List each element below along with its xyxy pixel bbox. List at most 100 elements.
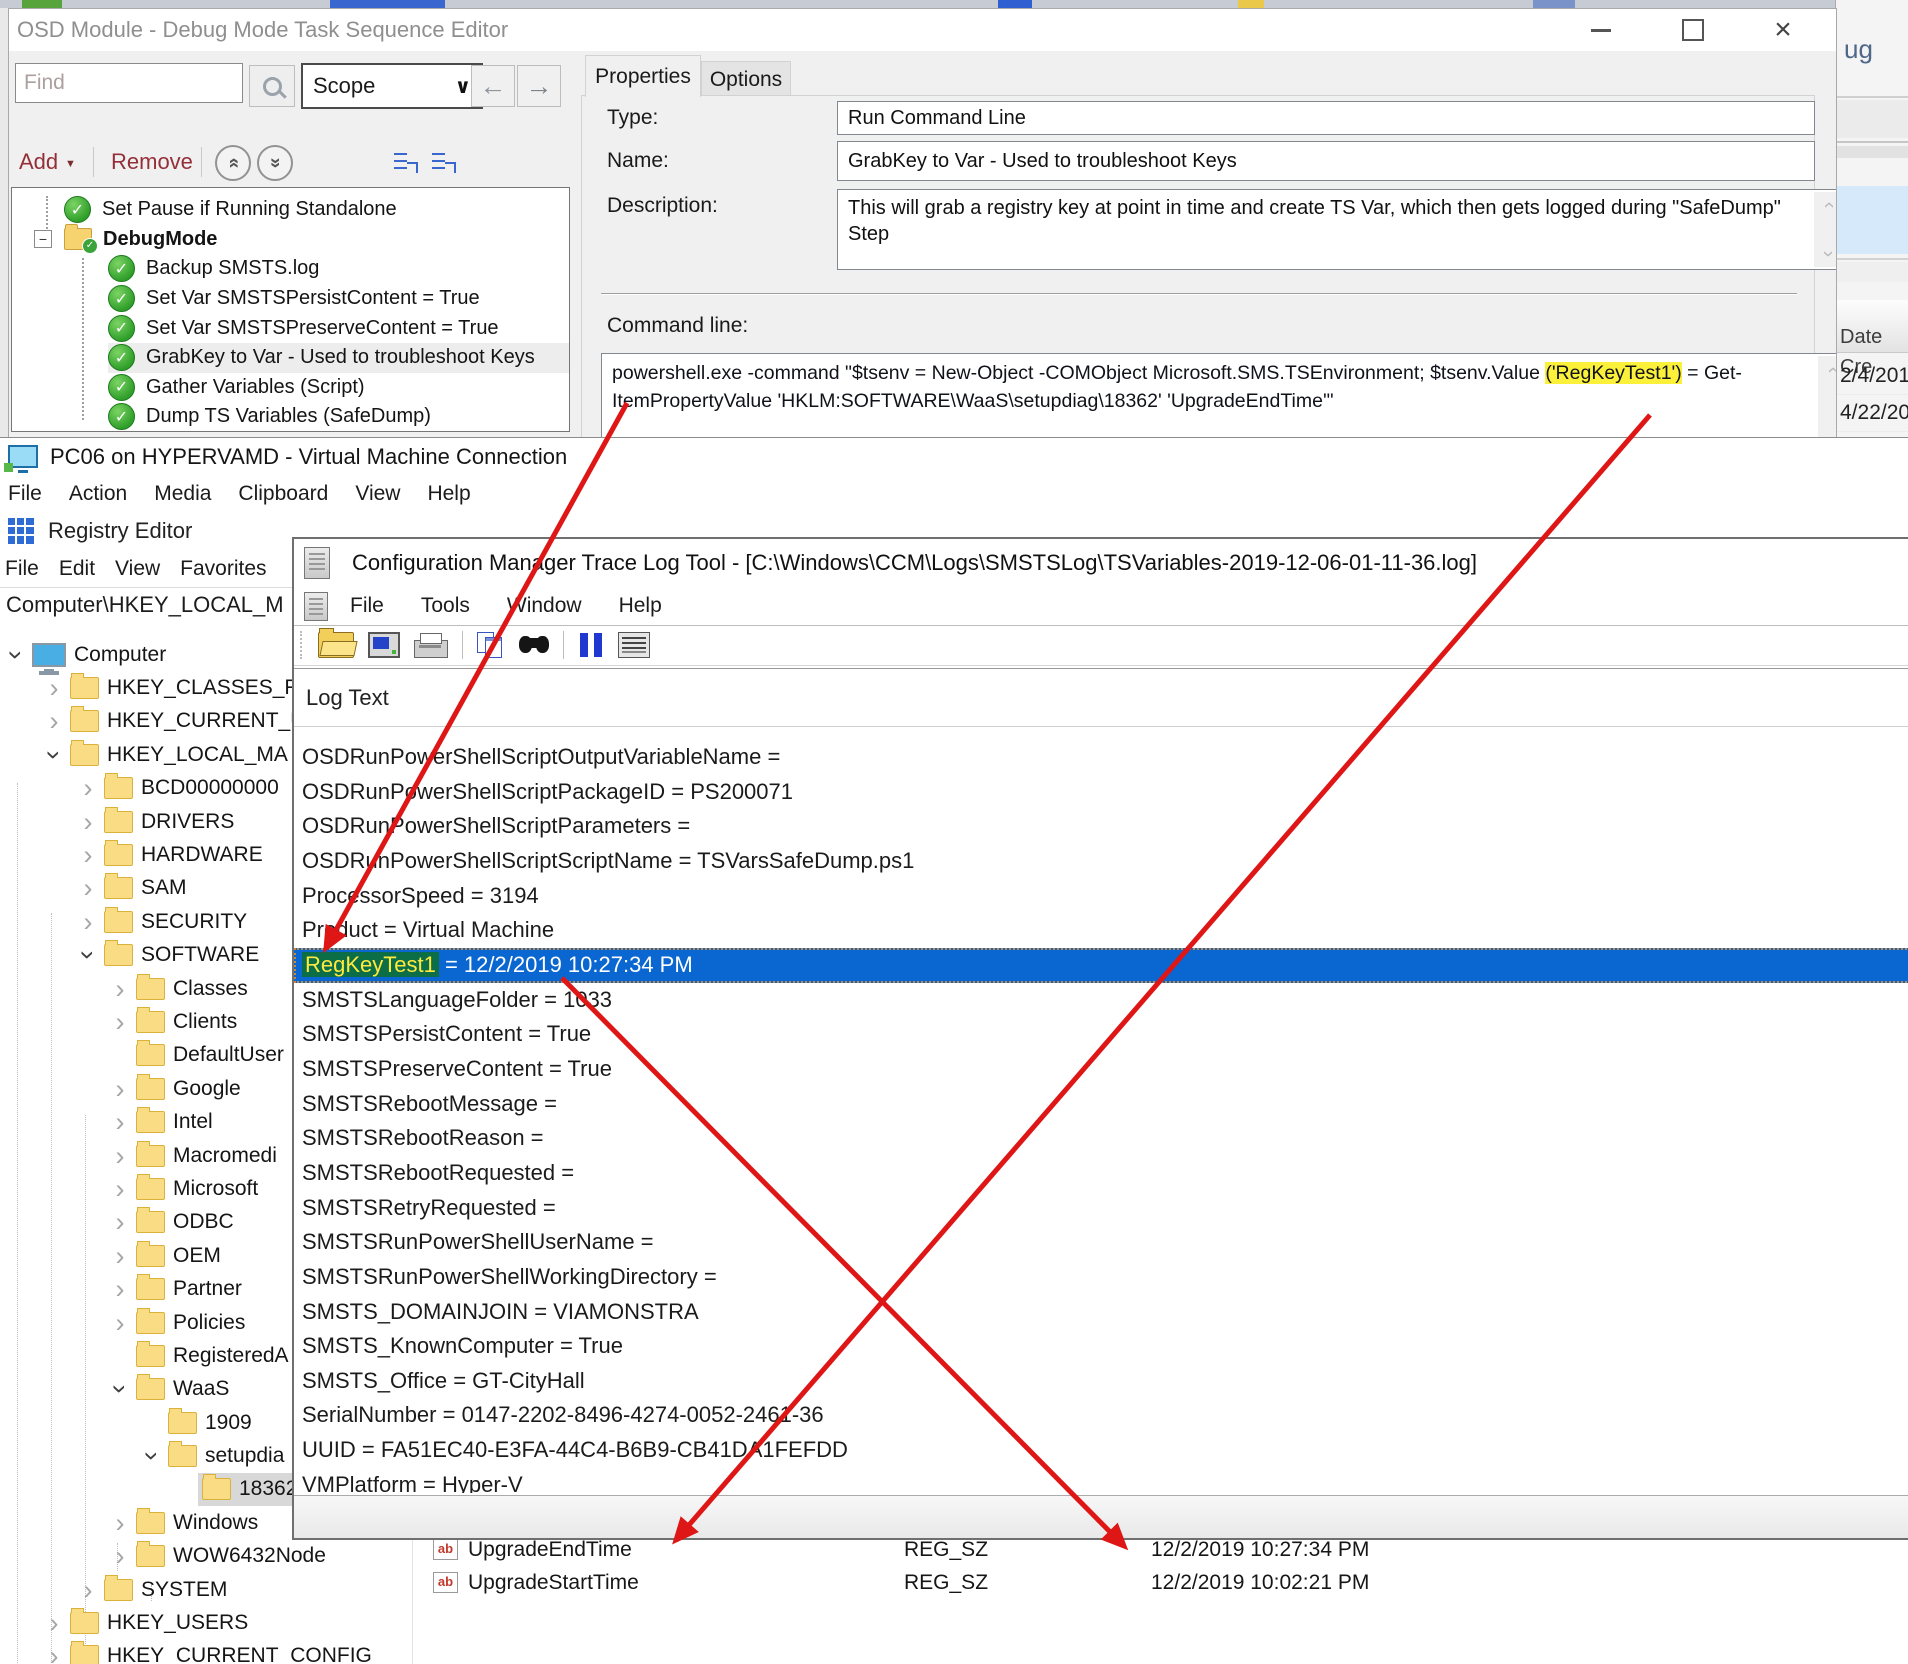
log-row[interactable]: OSDRunPowerShellScriptPackageID = PS2000…	[294, 775, 1908, 810]
menu-item[interactable]: Help	[619, 594, 662, 618]
collapse-expander-icon[interactable]: −	[34, 230, 52, 248]
move-down-button[interactable]: «	[257, 145, 293, 181]
log-row[interactable]: SMSTSRebootReason =	[294, 1121, 1908, 1156]
title-bar[interactable]: Configuration Manager Trace Log Tool - […	[294, 539, 1908, 587]
scroll-up-icon[interactable]: ›	[1815, 202, 1837, 209]
maximize-button[interactable]	[1671, 15, 1715, 45]
expander-icon[interactable]	[4, 645, 28, 665]
collapse-tree-icon[interactable]	[393, 149, 419, 175]
add-dropdown-caret-icon[interactable]: ▼	[65, 143, 76, 185]
expand-tree-icon[interactable]	[431, 149, 457, 175]
print-button[interactable]	[414, 640, 448, 658]
scrollbar[interactable]: ›	[1818, 356, 1837, 442]
task-sequence-step[interactable]: − GrabKey to Var - Used to troubleshoot …	[12, 343, 569, 373]
expander-icon[interactable]	[42, 745, 66, 765]
log-row[interactable]: SMSTSRetryRequested =	[294, 1191, 1908, 1226]
scrollbar[interactable]: › ›	[1814, 192, 1837, 267]
log-row[interactable]: ProcessorSpeed = 3194	[294, 879, 1908, 914]
registry-key-row[interactable]: SYSTEM	[0, 1573, 412, 1606]
registry-value-row[interactable]: ab UpgradeStartTime REG_SZ 12/2/2019 10:…	[412, 1566, 1908, 1599]
expander-icon[interactable]	[76, 945, 100, 965]
close-button[interactable]: ×	[1761, 15, 1805, 45]
pause-button[interactable]	[578, 632, 604, 658]
log-view-button[interactable]	[618, 632, 650, 658]
menu-item[interactable]: Media	[154, 482, 211, 506]
add-button[interactable]: Add	[19, 141, 58, 183]
search-button[interactable]	[249, 65, 295, 107]
menu-item[interactable]: View	[115, 557, 160, 581]
menu-item[interactable]: Edit	[59, 557, 95, 581]
expander-icon[interactable]	[108, 1246, 132, 1266]
move-up-button[interactable]: «	[215, 145, 251, 181]
task-sequence-step[interactable]: − Set Var SMSTSPersistContent = True	[12, 284, 569, 314]
expander-icon[interactable]	[42, 1613, 66, 1633]
log-row[interactable]: SMSTSLanguageFolder = 1033	[294, 983, 1908, 1018]
scope-dropdown[interactable]: Scope ∨	[301, 63, 483, 109]
registry-key-row[interactable]: HKEY_USERS	[0, 1606, 412, 1639]
expander-icon[interactable]	[76, 878, 100, 898]
task-sequence-step[interactable]: − Set Pause if Running Standalone	[12, 195, 569, 225]
expander-icon[interactable]	[76, 912, 100, 932]
expander-icon[interactable]	[108, 1279, 132, 1299]
expander-icon[interactable]	[76, 778, 100, 798]
tab-properties[interactable]: Properties	[585, 55, 701, 97]
menu-item[interactable]: Clipboard	[238, 482, 328, 506]
open-file-button[interactable]	[318, 632, 354, 658]
registry-key-row[interactable]: WOW6432Node	[0, 1540, 412, 1573]
expander-icon[interactable]	[108, 1212, 132, 1232]
expander-icon[interactable]	[42, 1646, 66, 1664]
log-row[interactable]: SerialNumber = 0147-2202-8496-4274-0052-…	[294, 1398, 1908, 1433]
copy-button[interactable]	[477, 632, 505, 658]
expander-icon[interactable]	[108, 1546, 132, 1566]
task-sequence-step[interactable]: − Gather Variables (Script)	[12, 373, 569, 403]
log-row[interactable]: SMSTSPreserveContent = True	[294, 1052, 1908, 1087]
log-row[interactable]: SMSTS_KnownComputer = True	[294, 1329, 1908, 1364]
expander-icon[interactable]	[108, 1146, 132, 1166]
task-sequence-step[interactable]: − Set Var SMSTSPreserveContent = True	[12, 313, 569, 343]
back-button[interactable]: ←	[471, 65, 515, 107]
name-field[interactable]: GrabKey to Var - Used to troubleshoot Ke…	[837, 141, 1815, 181]
log-row[interactable]: SMSTSRebootMessage =	[294, 1087, 1908, 1122]
menu-item[interactable]: Help	[427, 482, 470, 506]
find-button[interactable]	[519, 634, 549, 656]
menu-item[interactable]: File	[5, 557, 39, 581]
menu-item[interactable]: Tools	[421, 594, 470, 618]
log-row[interactable]: OSDRunPowerShellScriptScriptName = TSVar…	[294, 844, 1908, 879]
command-line-field[interactable]: powershell.exe -command "$tsenv = New-Ob…	[601, 353, 1837, 442]
expander-icon[interactable]	[42, 711, 66, 731]
expander-icon[interactable]	[76, 1580, 100, 1600]
menu-item[interactable]: View	[355, 482, 400, 506]
log-row[interactable]: SMSTS_Office = GT-CityHall	[294, 1364, 1908, 1399]
menu-item[interactable]: File	[8, 482, 42, 506]
log-row[interactable]: UUID = FA51EC40-E3FA-44C4-B6B9-CB41DA1FE…	[294, 1433, 1908, 1468]
title-bar[interactable]: PC06 on HYPERVAMD - Virtual Machine Conn…	[0, 438, 1908, 475]
menu-item[interactable]: Action	[69, 482, 127, 506]
scroll-up-icon[interactable]: ›	[1818, 367, 1837, 374]
title-bar[interactable]: OSD Module - Debug Mode Task Sequence Ed…	[9, 9, 1836, 51]
log-row[interactable]: SMSTS_DOMAINJOIN = VIAMONSTRA	[294, 1295, 1908, 1330]
description-field[interactable]: This will grab a registry key at point i…	[837, 189, 1837, 270]
log-row[interactable]: SMSTSRunPowerShellWorkingDirectory =	[294, 1260, 1908, 1295]
expander-icon[interactable]	[76, 812, 100, 832]
menu-item[interactable]: Window	[507, 594, 582, 618]
expander-icon[interactable]	[108, 1179, 132, 1199]
registry-key-row[interactable]: HKEY_CURRENT_CONFIG	[0, 1640, 412, 1664]
expander-icon[interactable]	[108, 1012, 132, 1032]
expander-icon[interactable]	[108, 1513, 132, 1533]
expander-icon[interactable]	[108, 1313, 132, 1333]
log-row[interactable]: SMSTSRebootRequested =	[294, 1156, 1908, 1191]
task-sequence-step[interactable]: − Backup SMSTS.log	[12, 254, 569, 284]
expander-icon[interactable]	[108, 1379, 132, 1399]
expander-icon[interactable]	[108, 1112, 132, 1132]
remove-button[interactable]: Remove	[111, 141, 193, 183]
log-row[interactable]: SMSTSPersistContent = True	[294, 1017, 1908, 1052]
log-row[interactable]: OSDRunPowerShellScriptOutputVariableName…	[294, 740, 1908, 775]
menu-item[interactable]: Favorites	[180, 557, 266, 581]
task-sequence-step[interactable]: − DebugMode	[12, 225, 569, 255]
expander-icon[interactable]	[108, 979, 132, 999]
expander-icon[interactable]	[140, 1446, 164, 1466]
task-sequence-step[interactable]: − Dump TS Variables (SafeDump)	[12, 402, 569, 432]
log-row[interactable]: VMPlatform = Hyper-V	[294, 1468, 1908, 1493]
log-row[interactable]: Product = Virtual Machine	[294, 913, 1908, 948]
log-row[interactable]: RegKeyTest1 = 12/2/2019 10:27:34 PM	[294, 948, 1908, 983]
